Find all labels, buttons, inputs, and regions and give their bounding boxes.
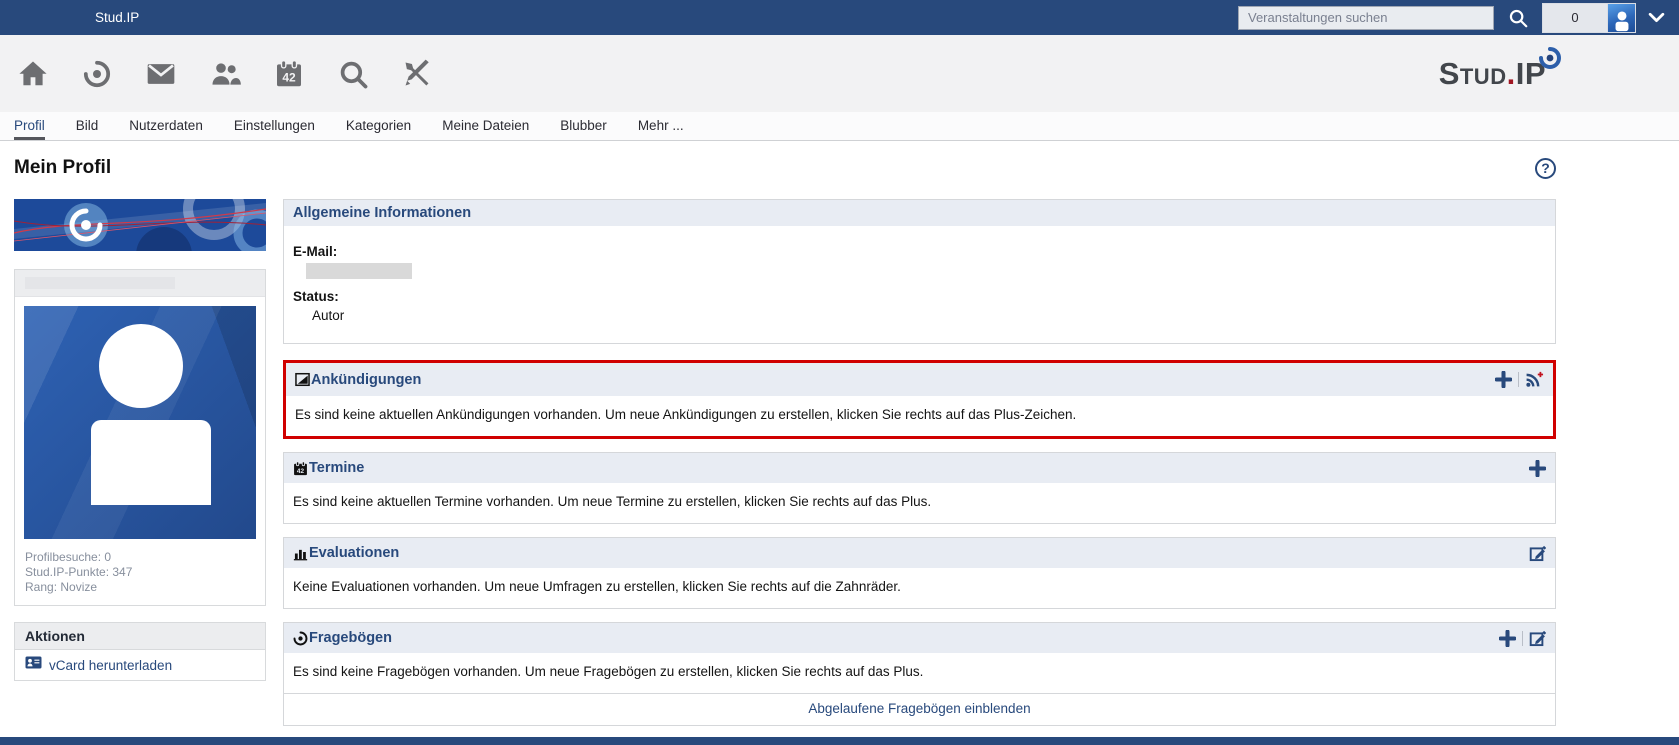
announcements-empty-text: Es sind keine aktuellen Ankündigungen vo… <box>286 396 1553 436</box>
vcard-download-row[interactable]: vCard herunterladen <box>15 650 265 680</box>
tab-mehr[interactable]: Mehr ... <box>638 118 684 140</box>
tab-blubber[interactable]: Blubber <box>560 118 607 140</box>
questionnaires-header: Fragebögen <box>284 623 1555 653</box>
dates-empty-text: Es sind keine aktuellen Termine vorhande… <box>284 483 1555 523</box>
user-group: 0 <box>1542 3 1636 33</box>
show-expired-questionnaires-link[interactable]: Abgelaufene Fragebögen einblenden <box>808 701 1030 716</box>
profile-tabbar: Profil Bild Nutzerdaten Einstellungen Ka… <box>0 112 1679 141</box>
general-info-title: Allgemeine Informationen <box>293 205 471 221</box>
notification-counter[interactable]: 0 <box>1543 4 1607 32</box>
dates-header: 42 Termine <box>284 453 1555 483</box>
general-info-body: E-Mail: Status: Autor <box>284 226 1555 343</box>
questionnaires-empty-text: Es sind keine Fragebögen vorhanden. Um n… <box>284 653 1555 693</box>
tab-profil[interactable]: Profil <box>14 118 45 140</box>
search-input[interactable] <box>1238 6 1494 30</box>
topbar: Stud.IP 0 <box>0 0 1679 35</box>
avatar-card-header <box>15 270 265 297</box>
section-announcements: Ankündigungen <box>283 360 1556 439</box>
dates-title: Termine <box>309 460 364 476</box>
mail-icon[interactable] <box>142 54 180 94</box>
evaluations-empty-text: Keine Evaluationen vorhanden. Um neue Um… <box>284 568 1555 608</box>
topbar-right: 0 <box>1238 3 1679 33</box>
announcement-icon <box>295 372 310 387</box>
studip-profile-page: Stud.IP 0 <box>0 0 1679 745</box>
sidebar: Profilbesuche: 0 Stud.IP-Punkte: 347 Ran… <box>14 199 266 681</box>
edit-icon[interactable] <box>1529 545 1546 562</box>
vcard-icon <box>25 656 42 674</box>
email-label: E-Mail: <box>293 244 1546 259</box>
svg-text:42: 42 <box>282 70 296 84</box>
edit-icon[interactable] <box>1529 630 1546 647</box>
svg-text:42: 42 <box>297 467 305 474</box>
vcard-download-link[interactable]: vCard herunterladen <box>49 658 172 673</box>
status-label: Status: <box>293 289 1546 304</box>
section-dates: 42 Termine Es sind keine aktuellen Termi… <box>283 452 1556 524</box>
section-general-info: Allgemeine Informationen E-Mail: Status:… <box>283 199 1556 344</box>
announcements-header: Ankündigungen <box>286 363 1553 396</box>
topbar-brand: Stud.IP <box>95 10 139 25</box>
plus-icon[interactable] <box>1529 460 1546 477</box>
actions-title: Aktionen <box>15 623 265 650</box>
bar-chart-icon <box>293 546 308 561</box>
actions-card: Aktionen vCard herunterladen <box>14 622 266 681</box>
studip-logo: Stud.IP <box>1439 58 1546 89</box>
tab-bild[interactable]: Bild <box>76 118 99 140</box>
tab-nutzerdaten[interactable]: Nutzerdaten <box>129 118 203 140</box>
tab-einstellungen[interactable]: Einstellungen <box>234 118 315 140</box>
main-column: Allgemeine Informationen E-Mail: Status:… <box>283 199 1556 739</box>
status-value: Autor <box>312 308 1546 323</box>
user-avatar[interactable] <box>1607 4 1635 32</box>
question-circle-icon[interactable]: ? <box>1535 158 1556 179</box>
section-questionnaires: Fragebögen <box>283 622 1556 726</box>
stat-studip-points: Stud.IP-Punkte: 347 <box>25 565 255 580</box>
plus-icon[interactable] <box>1499 630 1516 647</box>
tab-meine-dateien[interactable]: Meine Dateien <box>442 118 529 140</box>
chevron-down-icon[interactable] <box>1648 12 1665 24</box>
questionnaires-title: Fragebögen <box>309 630 392 646</box>
schedule-icon[interactable]: 42 <box>270 54 308 94</box>
logo-swirl-icon <box>1538 44 1562 75</box>
profile-avatar-image <box>24 306 256 539</box>
profile-stats: Profilbesuche: 0 Stud.IP-Punkte: 347 Ran… <box>15 548 265 605</box>
profile-banner-image <box>14 199 266 251</box>
evaluations-title: Evaluationen <box>309 545 399 561</box>
tab-kategorien[interactable]: Kategorien <box>346 118 411 140</box>
tools-icon[interactable] <box>398 54 436 94</box>
footer-bar <box>0 737 1679 745</box>
community-icon[interactable] <box>206 54 244 94</box>
schedule-small-icon: 42 <box>293 461 308 476</box>
logo-text-stud: Stud <box>1439 56 1507 91</box>
home-icon[interactable] <box>14 54 52 94</box>
section-evaluations: Evaluationen Keine Evaluationen vorhande… <box>283 537 1556 609</box>
search-icon[interactable] <box>1506 6 1530 30</box>
icon-toolbar: 42 Stud.IP <box>0 35 1679 112</box>
profile-spiral-icon[interactable] <box>78 54 116 94</box>
avatar-card: Profilbesuche: 0 Stud.IP-Punkte: 347 Ran… <box>14 269 266 606</box>
icon-separator <box>1518 372 1519 387</box>
page-title: Mein Profil <box>14 157 111 179</box>
heading-row: Mein Profil ? <box>0 141 1679 191</box>
stat-profile-visits: Profilbesuche: 0 <box>25 550 255 565</box>
questionnaire-spiral-icon <box>293 631 308 646</box>
announcements-title: Ankündigungen <box>311 372 421 388</box>
plus-icon[interactable] <box>1495 371 1512 388</box>
evaluations-header: Evaluationen <box>284 538 1555 568</box>
stat-rank: Rang: Novize <box>25 580 255 595</box>
questionnaires-footer: Abgelaufene Fragebögen einblenden <box>284 693 1555 725</box>
search-toolbar-icon[interactable] <box>334 54 372 94</box>
avatar-wrap <box>15 297 265 548</box>
general-info-header: Allgemeine Informationen <box>284 200 1555 226</box>
redacted-email-value <box>306 263 412 279</box>
rss-add-icon[interactable] <box>1525 371 1544 388</box>
content: Profilbesuche: 0 Stud.IP-Punkte: 347 Ran… <box>0 191 1679 739</box>
logo-dot: . <box>1507 56 1516 91</box>
icon-separator <box>1522 631 1523 646</box>
redacted-username <box>25 277 175 289</box>
